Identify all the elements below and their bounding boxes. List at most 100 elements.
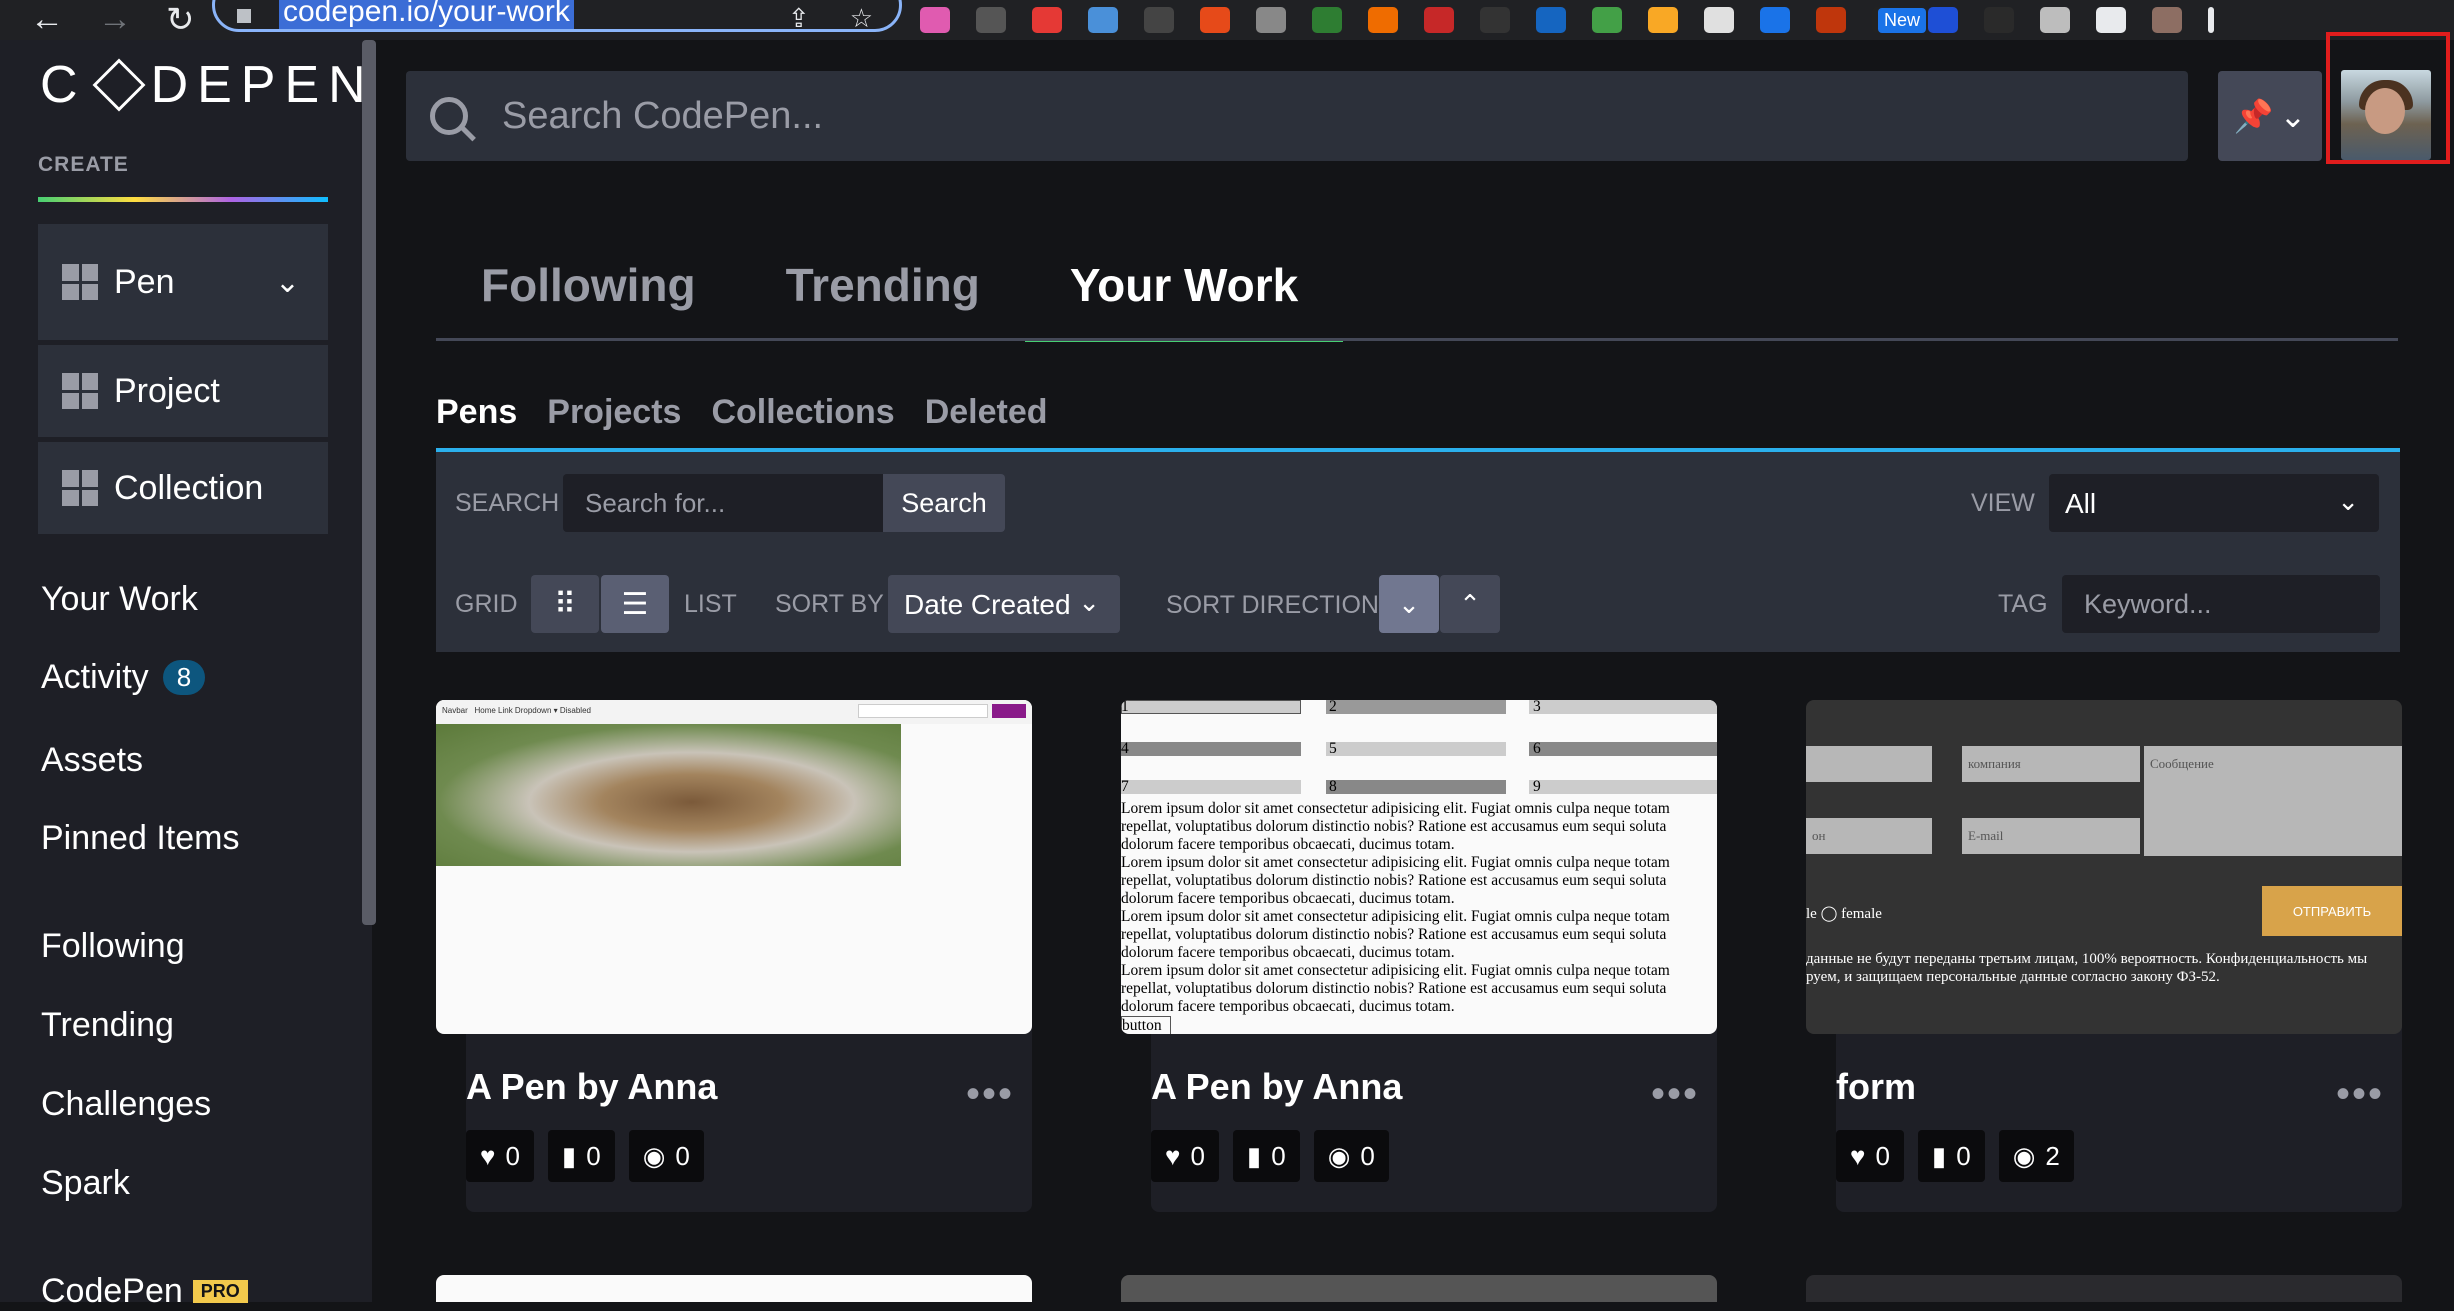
card-stats: ♥ 0 ▮ 0 ◉ 0 <box>466 1130 704 1182</box>
tab-following[interactable]: Following <box>436 258 741 342</box>
share-icon[interactable]: ⇪ <box>788 3 810 34</box>
sidebar-item-spark[interactable]: Spark <box>41 1164 130 1203</box>
subtab-projects[interactable]: Projects <box>547 393 681 432</box>
extension-icon[interactable] <box>1144 7 1174 33</box>
profile-icon[interactable] <box>2152 7 2182 33</box>
user-avatar[interactable] <box>2341 70 2431 160</box>
pen-preview[interactable]: компания Сообщение он E-mail le ◯ female… <box>1806 700 2402 1034</box>
puzzle-icon[interactable] <box>2040 7 2070 33</box>
chevron-down-icon: ⌄ <box>2279 98 2307 134</box>
extension-icon[interactable] <box>976 7 1006 33</box>
extension-icon[interactable] <box>1536 7 1566 33</box>
list-view-button[interactable]: ☰ <box>601 575 669 633</box>
site-info-icon[interactable] <box>237 9 251 23</box>
extension-icon[interactable] <box>1704 7 1734 33</box>
pen-preview[interactable]: 1 2 3 4 5 6 7 8 9 Lorem ipsum dolor sit … <box>1121 700 1717 1034</box>
sidebar-item-following[interactable]: Following <box>41 927 185 966</box>
extension-icon[interactable] <box>1984 7 2014 33</box>
pen-card-partial[interactable] <box>436 1275 1032 1302</box>
like-count: 0 <box>1190 1140 1205 1171</box>
comment-button[interactable]: ▮ 0 <box>1232 1130 1300 1182</box>
subtab-deleted[interactable]: Deleted <box>925 393 1048 432</box>
subtab-pens[interactable]: Pens <box>436 393 517 432</box>
codepen-logo[interactable]: C DEPEN <box>40 55 375 115</box>
url-text[interactable]: codepen.io/your-work <box>279 0 574 29</box>
card-title[interactable]: A Pen by Anna <box>1151 1066 1402 1108</box>
pen-card: 1 2 3 4 5 6 7 8 9 Lorem ipsum dolor sit … <box>1121 700 1717 1212</box>
sidebar-item-label: Activity <box>41 658 149 696</box>
extension-icon[interactable] <box>1480 7 1510 33</box>
pen-card-partial[interactable] <box>1121 1275 1717 1302</box>
extension-icon[interactable] <box>1760 7 1790 33</box>
extension-icon[interactable] <box>1424 7 1454 33</box>
extension-icon[interactable] <box>1592 7 1622 33</box>
menu-icon[interactable] <box>2208 7 2214 33</box>
view-select[interactable]: All ⌄ <box>2049 474 2379 532</box>
subtab-collections[interactable]: Collections <box>711 393 894 432</box>
views-stat[interactable]: ◉ 2 <box>1998 1130 2074 1182</box>
tag-label: TAG <box>1998 590 2048 618</box>
more-options-icon[interactable]: ••• <box>1651 1072 1699 1117</box>
new-pen-button[interactable]: Pen ⌄ <box>38 224 328 340</box>
like-button[interactable]: ♥ 0 <box>1836 1130 1904 1182</box>
heart-icon: ♥ <box>480 1140 496 1171</box>
extension-icon[interactable] <box>1368 7 1398 33</box>
extension-icon[interactable] <box>1816 7 1846 33</box>
comment-count: 0 <box>1956 1140 1971 1171</box>
new-project-button[interactable]: Project <box>38 345 328 437</box>
search-icon <box>430 97 468 135</box>
extension-icon[interactable] <box>920 7 950 33</box>
extension-icon[interactable] <box>1312 7 1342 33</box>
new-collection-button[interactable]: Collection <box>38 442 328 534</box>
like-button[interactable]: ♥ 0 <box>466 1130 534 1182</box>
pen-preview[interactable]: Navbar Home Link Dropdown ▾ Disabled <box>436 700 1032 1034</box>
pen-grid-icon <box>62 264 98 300</box>
comment-button[interactable]: ▮ 0 <box>547 1130 615 1182</box>
sort-ascending-button[interactable]: ⌃ <box>1440 575 1500 633</box>
preview-grid: 1 2 3 4 5 6 7 8 9 <box>1121 700 1717 795</box>
sidebar-scrollbar[interactable] <box>362 40 376 925</box>
extension-icon[interactable] <box>1200 7 1230 33</box>
address-bar[interactable]: codepen.io/your-work ⇪ ☆ <box>212 0 902 34</box>
sidepanel-icon[interactable] <box>2096 7 2126 33</box>
tag-input[interactable]: Keyword... <box>2062 575 2380 633</box>
sidebar-item-your-work[interactable]: Your Work <box>41 580 198 619</box>
views-stat[interactable]: ◉ 0 <box>628 1130 704 1182</box>
sort-by-select[interactable]: Date Created ⌄ <box>888 575 1120 633</box>
extension-icon[interactable] <box>1648 7 1678 33</box>
grid-view-button[interactable]: ⠿ <box>531 575 599 633</box>
sidebar-item-pinned-items[interactable]: Pinned Items <box>41 819 239 858</box>
pinned-items-button[interactable]: 📌 ⌄ <box>2218 71 2322 161</box>
extension-icon[interactable] <box>1256 7 1286 33</box>
sidebar-item-codepen-pro[interactable]: CodePen PRO <box>41 1272 248 1311</box>
global-search[interactable]: Search CodePen... <box>406 71 2188 161</box>
pens-search-input[interactable]: Search for... <box>563 474 883 532</box>
forward-icon[interactable]: → <box>98 0 132 40</box>
grid-cell <box>1529 700 1717 714</box>
like-button[interactable]: ♥ 0 <box>1151 1130 1219 1182</box>
chevron-down-icon[interactable]: ⌄ <box>275 265 300 300</box>
extension-icon[interactable] <box>1088 7 1118 33</box>
card-title[interactable]: A Pen by Anna <box>466 1066 717 1108</box>
pen-card-partial[interactable] <box>1806 1275 2402 1302</box>
sort-descending-button[interactable]: ⌄ <box>1379 575 1439 633</box>
extension-icon[interactable] <box>1032 7 1062 33</box>
sidebar-item-activity[interactable]: Activity 8 <box>41 658 206 697</box>
views-stat[interactable]: ◉ 0 <box>1313 1130 1389 1182</box>
reload-icon[interactable]: ↻ <box>166 0 195 40</box>
tab-your-work[interactable]: Your Work <box>1024 258 1344 342</box>
sidebar-item-challenges[interactable]: Challenges <box>41 1085 211 1124</box>
more-options-icon[interactable]: ••• <box>2336 1072 2384 1117</box>
more-options-icon[interactable]: ••• <box>966 1072 1014 1117</box>
sidebar-item-assets[interactable]: Assets <box>41 741 143 780</box>
sidebar-item-label: Challenges <box>41 1085 212 1123</box>
sidebar-item-trending[interactable]: Trending <box>41 1006 174 1045</box>
search-button[interactable]: Search <box>883 474 1005 532</box>
comment-button[interactable]: ▮ 0 <box>1917 1130 1985 1182</box>
back-icon[interactable]: ← <box>30 0 64 40</box>
card-title[interactable]: form <box>1836 1066 1916 1108</box>
tab-trending[interactable]: Trending <box>741 258 1025 342</box>
extension-icon[interactable] <box>1928 7 1958 33</box>
bookmark-star-icon[interactable]: ☆ <box>850 3 873 34</box>
chevron-down-icon: ⌄ <box>2337 486 2359 516</box>
